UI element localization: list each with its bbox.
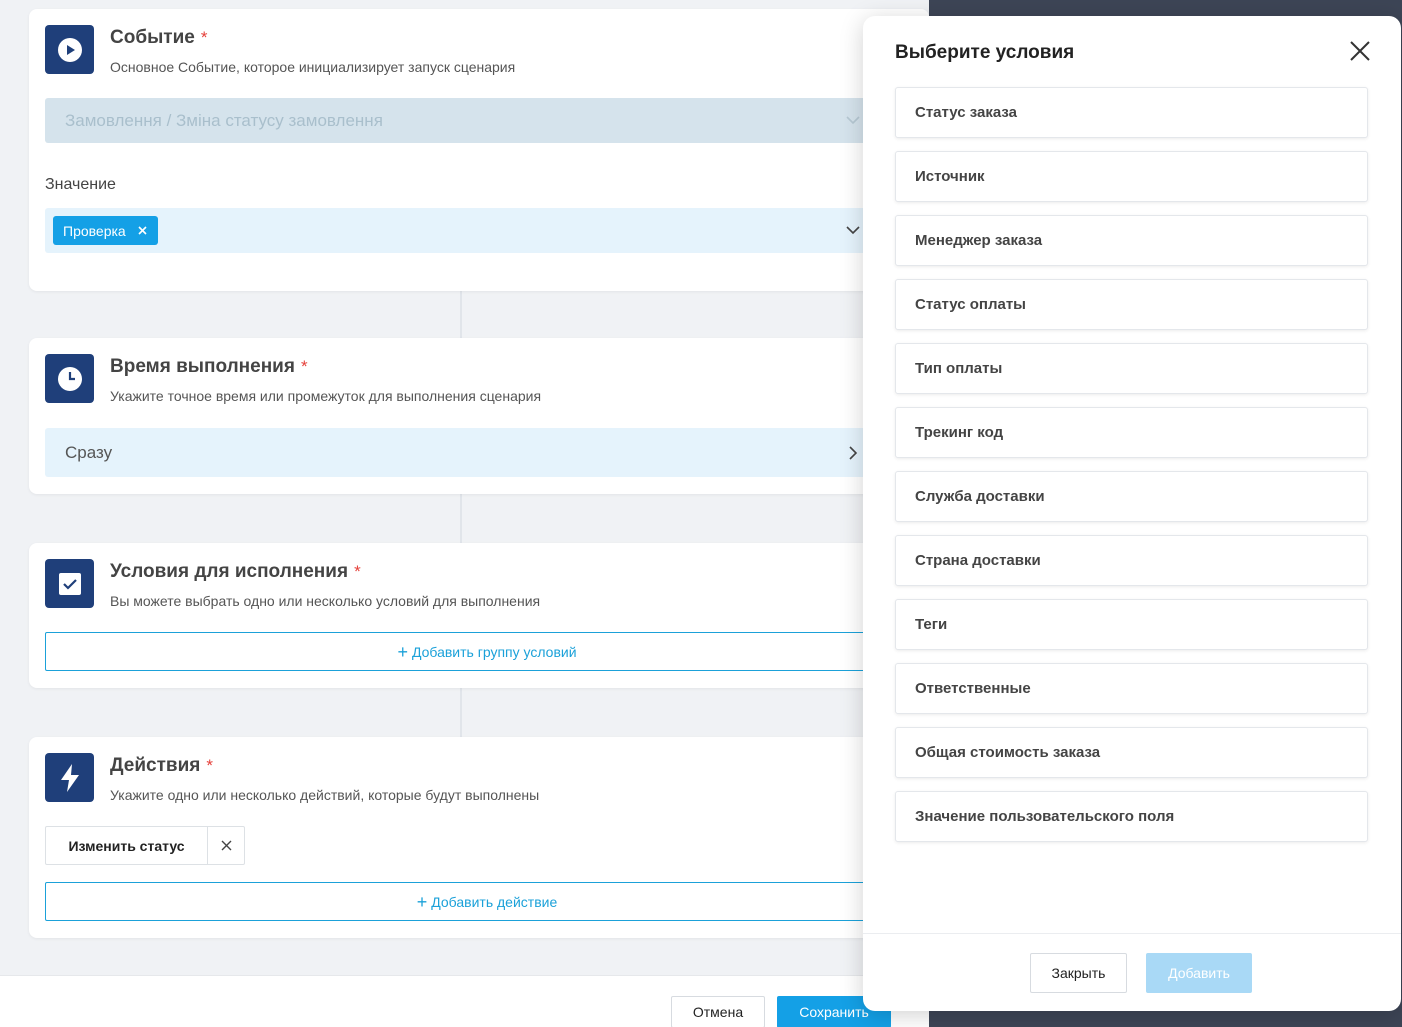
condition-item-payment-type[interactable]: Тип оплаты xyxy=(895,343,1368,394)
page-footer: Отмена Сохранить xyxy=(0,975,929,1027)
remove-action-icon[interactable] xyxy=(207,827,244,864)
condition-item-delivery-country[interactable]: Страна доставки xyxy=(895,535,1368,586)
condition-item-tracking-code[interactable]: Трекинг код xyxy=(895,407,1368,458)
clock-icon xyxy=(45,354,94,403)
add-action-button[interactable]: + Добавить действие xyxy=(45,882,929,921)
condition-item-order-status[interactable]: Статус заказа xyxy=(895,87,1368,138)
condition-item-order-total[interactable]: Общая стоимость заказа xyxy=(895,727,1368,778)
conditions-subtitle: Вы можете выбрать одно или несколько усл… xyxy=(110,593,541,609)
condition-item-tags[interactable]: Теги xyxy=(895,599,1368,650)
event-card: Событие * Основное Событие, которое иници… xyxy=(29,9,929,291)
condition-item-custom-field-value[interactable]: Значение пользовательского поля xyxy=(895,791,1368,842)
flow-connector xyxy=(460,494,462,543)
plus-icon: + xyxy=(397,641,408,662)
conditions-card: Условия для исполнения * Вы можете выбрат… xyxy=(29,543,929,688)
close-icon[interactable] xyxy=(1347,38,1373,64)
timing-value: Сразу xyxy=(65,443,113,462)
condition-item-responsible[interactable]: Ответственные xyxy=(895,663,1368,714)
event-select-value: Замовлення / Зміна статусу замовлення xyxy=(65,111,383,130)
condition-item-order-manager[interactable]: Менеджер заказа xyxy=(895,215,1368,266)
timing-title: Время выполнения * xyxy=(110,356,308,377)
actions-subtitle: Укажите одно или несколько действий, кот… xyxy=(110,787,540,803)
condition-list: Статус заказа Источник Менеджер заказа С… xyxy=(895,87,1368,855)
conditions-modal: Выберите условия Статус заказа Источник … xyxy=(863,16,1401,1011)
chevron-down-icon[interactable] xyxy=(845,222,861,238)
plus-icon: + xyxy=(416,891,428,912)
modal-title: Выберите условия xyxy=(895,42,1075,63)
event-title: Событие * xyxy=(110,27,208,48)
actions-card: Действия * Укажите одно или несколько дей… xyxy=(29,737,929,938)
modal-close-button[interactable]: Закрыть xyxy=(1030,953,1127,993)
condition-item-delivery-service[interactable]: Служба доставки xyxy=(895,471,1368,522)
add-condition-group-button[interactable]: + Добавить группу условий xyxy=(45,632,929,671)
action-chip-label: Изменить статус xyxy=(68,837,185,854)
checkbox-icon xyxy=(45,559,94,608)
chevron-down-icon xyxy=(846,116,860,125)
event-subtitle: Основное Событие, которое инициализирует… xyxy=(110,59,516,75)
modal-add-button[interactable]: Добавить xyxy=(1146,953,1252,993)
add-action-label: Добавить действие xyxy=(431,893,558,910)
condition-item-source[interactable]: Источник xyxy=(895,151,1368,202)
value-tag-label: Проверка xyxy=(63,222,126,239)
flow-connector xyxy=(460,291,462,338)
flow-connector xyxy=(460,688,462,737)
timing-subtitle: Укажите точное время или промежуток для … xyxy=(110,388,542,404)
play-icon xyxy=(45,25,94,74)
add-condition-group-label: Добавить группу условий xyxy=(411,643,577,660)
conditions-title: Условия для исполнения * xyxy=(110,561,361,582)
value-label: Значение xyxy=(45,176,116,193)
condition-item-payment-status[interactable]: Статус оплаты xyxy=(895,279,1368,330)
action-chip[interactable]: Изменить статус xyxy=(45,826,245,865)
modal-footer: Закрыть Добавить xyxy=(863,933,1401,1011)
event-select: Замовлення / Зміна статусу замовлення xyxy=(45,98,929,143)
value-tag: Проверка xyxy=(53,216,158,245)
value-select[interactable]: Проверка xyxy=(45,208,929,253)
remove-tag-icon[interactable] xyxy=(136,224,150,238)
timing-select[interactable]: Сразу xyxy=(45,428,929,477)
chevron-right-icon xyxy=(849,446,858,460)
actions-title: Действия * xyxy=(110,755,213,776)
cancel-button[interactable]: Отмена xyxy=(671,996,765,1027)
lightning-icon xyxy=(45,753,94,802)
timing-card: Время выполнения * Укажите точное время и… xyxy=(29,338,929,494)
